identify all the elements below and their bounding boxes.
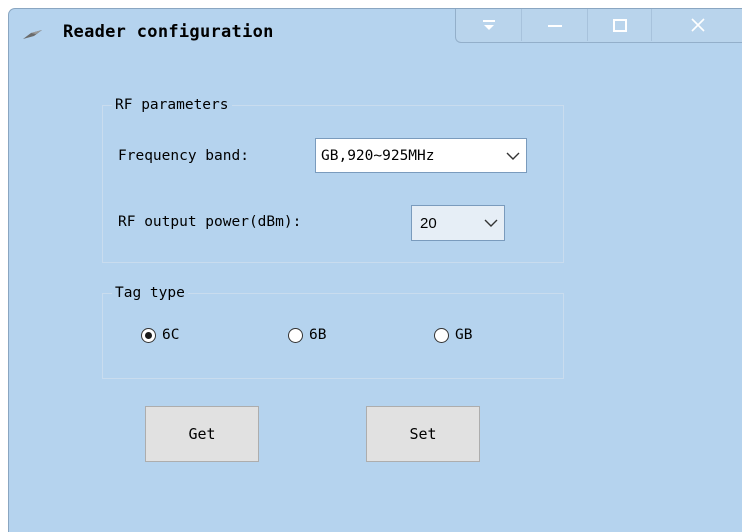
frequency-band-select[interactable]: GB,920~925MHz — [315, 138, 527, 173]
radio-unselected-icon[interactable] — [434, 327, 449, 343]
tag-type-legend: Tag type — [112, 283, 188, 303]
radio-6b[interactable]: 6B — [288, 327, 326, 343]
radio-6c-label: 6C — [162, 327, 180, 343]
radio-6c[interactable]: 6C — [141, 327, 179, 343]
title-bar[interactable]: Reader configuration — [9, 9, 742, 49]
reader-icon — [22, 26, 44, 39]
output-power-label: RF output power(dBm): — [118, 214, 302, 230]
maximize-icon[interactable] — [587, 9, 651, 41]
get-button[interactable]: Get — [145, 406, 259, 462]
frequency-band-value: GB,920~925MHz — [321, 147, 435, 164]
radio-gb[interactable]: GB — [434, 327, 472, 343]
minimize-icon[interactable] — [521, 9, 587, 41]
frequency-band-label: Frequency band: — [118, 148, 249, 164]
radio-unselected-icon[interactable] — [288, 327, 303, 343]
set-button[interactable]: Set — [366, 406, 480, 462]
dropdown-icon[interactable] — [456, 9, 521, 41]
close-icon[interactable] — [651, 9, 742, 41]
chevron-down-icon[interactable] — [478, 206, 504, 240]
chevron-down-icon[interactable] — [500, 139, 526, 172]
radio-gb-label: GB — [455, 327, 473, 343]
radio-6b-label: 6B — [309, 327, 327, 343]
rf-parameters-legend: RF parameters — [112, 95, 232, 115]
caption-buttons — [455, 9, 742, 43]
output-power-select[interactable]: 20 — [411, 205, 505, 241]
output-power-value: 20 — [420, 214, 437, 232]
radio-selected-icon[interactable] — [141, 327, 156, 343]
reader-configuration-window: Reader configuration RF parameters Frequ… — [8, 8, 742, 532]
window-title: Reader configuration — [63, 22, 274, 42]
